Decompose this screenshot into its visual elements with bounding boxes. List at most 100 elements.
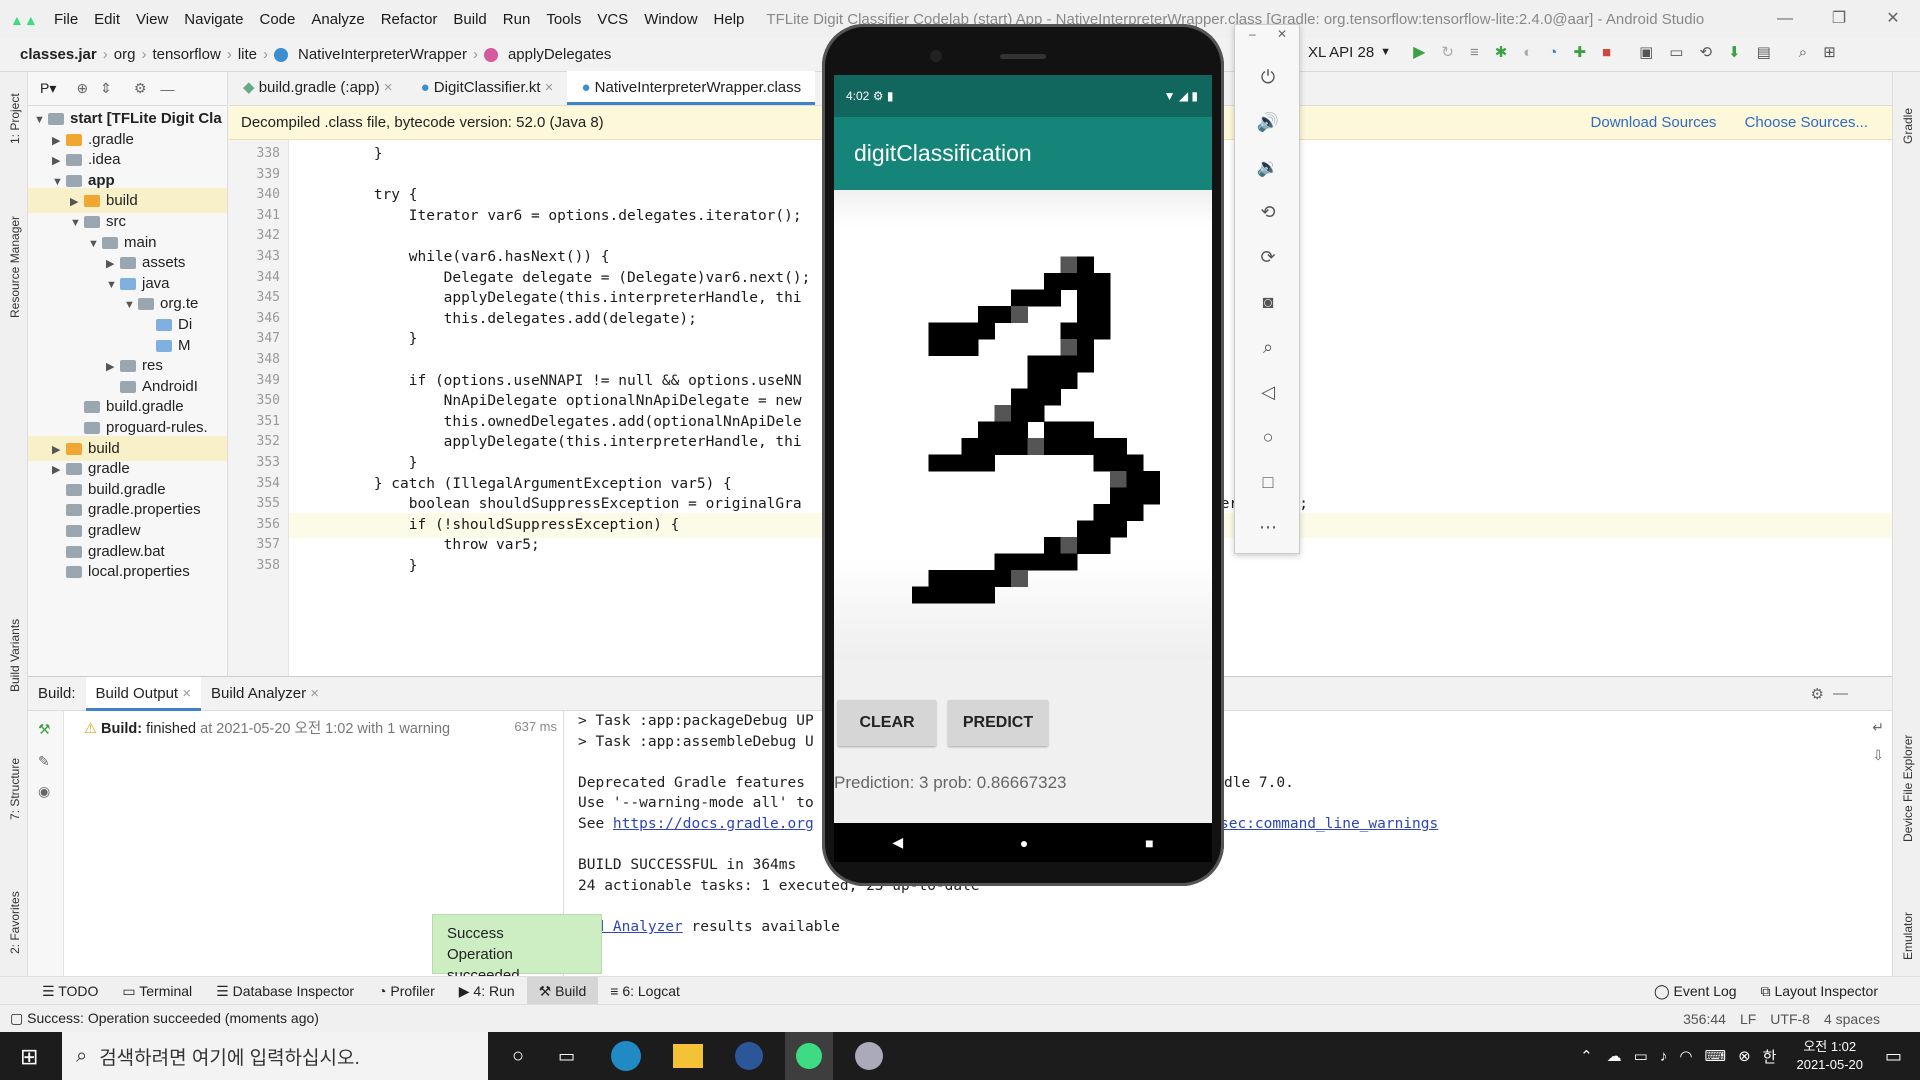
device-selector[interactable]: XL API 28 bbox=[1302, 44, 1380, 61]
recents-icon[interactable]: ■ bbox=[1145, 835, 1153, 851]
home-icon[interactable]: ● bbox=[1020, 835, 1028, 851]
menu-refactor[interactable]: Refactor bbox=[373, 11, 446, 28]
menu-analyze[interactable]: Analyze bbox=[303, 11, 372, 28]
rotate-left-icon[interactable]: ⟲ bbox=[1256, 200, 1280, 224]
menu-build[interactable]: Build bbox=[445, 11, 494, 28]
menu-tools[interactable]: Tools bbox=[538, 11, 589, 28]
back-icon[interactable]: ◁ bbox=[1256, 380, 1280, 404]
close-tab-icon[interactable]: × bbox=[310, 685, 319, 702]
soft-wrap-icon[interactable]: ↵ bbox=[1872, 719, 1884, 736]
close-tab-icon[interactable]: × bbox=[545, 79, 554, 96]
emulator-minimize-icon[interactable]: – bbox=[1249, 27, 1256, 41]
power-icon[interactable]: ⏻ bbox=[1256, 65, 1280, 89]
run-tool-button[interactable]: ▶ 4: Run bbox=[447, 977, 527, 1005]
favorites-label[interactable]: 2: Favorites bbox=[8, 891, 22, 954]
menu-view[interactable]: View bbox=[128, 11, 176, 28]
menu-run[interactable]: Run bbox=[495, 11, 539, 28]
volume-down-icon[interactable]: 🔉 bbox=[1256, 155, 1280, 179]
predict-button[interactable]: PREDICT bbox=[948, 700, 1048, 746]
todo-tool-button[interactable]: ☰ TODO bbox=[30, 977, 110, 1005]
project-tree-item[interactable]: local.properties bbox=[28, 559, 227, 584]
run-icon[interactable]: ▶ bbox=[1413, 42, 1425, 62]
sync-icon[interactable]: ⟲ bbox=[1699, 43, 1712, 61]
profiler-tool-button[interactable]: ◔ Profiler bbox=[366, 977, 447, 1005]
windows-start-icon[interactable]: ⊞ bbox=[20, 1044, 38, 1070]
cortana-icon[interactable]: ○ bbox=[512, 1045, 524, 1068]
menu-navigate[interactable]: Navigate bbox=[176, 11, 251, 28]
wifi-icon[interactable]: ◠ bbox=[1679, 1047, 1692, 1065]
gradle-docs-link[interactable]: https://docs.gradle.org bbox=[613, 816, 814, 832]
gear-icon[interactable]: ⚙ bbox=[134, 80, 147, 97]
menu-file[interactable]: File bbox=[46, 11, 86, 28]
eye-icon[interactable]: ◉ bbox=[38, 783, 50, 800]
overview-icon[interactable]: □ bbox=[1256, 470, 1280, 494]
hammer-icon[interactable]: ⚒ bbox=[38, 721, 51, 738]
scroll-to-end-icon[interactable]: ⇩ bbox=[1872, 747, 1884, 764]
avd-manager-icon[interactable]: ▭ bbox=[1669, 43, 1683, 61]
clear-button[interactable]: CLEAR bbox=[838, 700, 936, 746]
list-icon[interactable]: ≡ bbox=[1470, 44, 1479, 61]
drawing-canvas[interactable] bbox=[834, 190, 1212, 660]
search-icon[interactable]: ⌕ bbox=[1799, 44, 1807, 61]
maximize-icon[interactable]: ❐ bbox=[1812, 0, 1866, 38]
status-message[interactable]: ▢ Success: Operation succeeded (moments … bbox=[10, 1010, 319, 1027]
notification-center-icon[interactable]: ▭ bbox=[1885, 1046, 1902, 1067]
resource-manager-label[interactable]: Resource Manager bbox=[8, 216, 22, 318]
ime-off-icon[interactable]: ⊗ bbox=[1738, 1047, 1751, 1065]
sdk-manager-icon[interactable]: ⬇ bbox=[1728, 43, 1741, 61]
target-icon[interactable]: ⊕ bbox=[76, 80, 88, 97]
file-encoding[interactable]: UTF-8 bbox=[1770, 1011, 1810, 1027]
project-view-selector[interactable]: P▾ bbox=[40, 80, 56, 97]
hide-icon[interactable]: — bbox=[160, 81, 174, 97]
battery-icon[interactable]: ▭ bbox=[1634, 1047, 1648, 1065]
collapse-all-icon[interactable]: ⇕ bbox=[100, 80, 112, 97]
home-icon[interactable]: ○ bbox=[1256, 425, 1280, 449]
device-manager-icon[interactable]: ▤ bbox=[1757, 43, 1771, 61]
settings-icon[interactable]: ⊞ bbox=[1823, 43, 1836, 61]
gradle-label[interactable]: Gradle bbox=[1901, 108, 1915, 144]
app-icon[interactable] bbox=[855, 1042, 884, 1070]
word-icon[interactable] bbox=[735, 1042, 764, 1070]
menu-edit[interactable]: Edit bbox=[86, 11, 128, 28]
keyboard-icon[interactable]: ⌨ bbox=[1704, 1047, 1726, 1065]
profile-icon[interactable]: ◐ bbox=[1523, 44, 1532, 61]
project-tool-label[interactable]: 1: Project bbox=[8, 93, 22, 144]
profiler-icon[interactable]: ◔ bbox=[1548, 44, 1557, 61]
build-status-row[interactable]: ⚠ Build: finished at 2021-05-20 오전 1:02 … bbox=[84, 717, 450, 738]
edge-icon[interactable] bbox=[611, 1041, 642, 1071]
command-line-warnings-link[interactable]: sec:command_line_warnings bbox=[1220, 816, 1438, 832]
apply-changes-icon[interactable]: ↻ bbox=[1441, 43, 1454, 61]
breadcrumb-tensorflow[interactable]: tensorflow bbox=[146, 46, 226, 63]
device-file-explorer-label[interactable]: Device File Explorer bbox=[1901, 735, 1915, 842]
breadcrumb-org[interactable]: org bbox=[108, 46, 142, 63]
tab-build-analyzer[interactable]: Build Analyzer × bbox=[201, 677, 329, 711]
tab-build-output[interactable]: Build Output × bbox=[85, 676, 202, 711]
debug-icon[interactable]: ✱ bbox=[1495, 43, 1508, 61]
line-separator[interactable]: LF bbox=[1740, 1011, 1756, 1027]
emulator-label[interactable]: Emulator bbox=[1901, 912, 1915, 960]
download-sources-link[interactable]: Download Sources bbox=[1591, 114, 1717, 131]
android-studio-taskbar-icon[interactable] bbox=[785, 1032, 834, 1080]
event-log-tool-button[interactable]: ◯ Event Log bbox=[1642, 977, 1749, 1005]
stop-icon[interactable]: ■ bbox=[1602, 44, 1611, 61]
close-icon[interactable]: ✕ bbox=[1866, 0, 1920, 38]
terminal-tool-button[interactable]: ▭ Terminal bbox=[110, 977, 204, 1005]
language-indicator[interactable]: 한 bbox=[1763, 1046, 1777, 1067]
project-structure-icon[interactable]: ▣ bbox=[1639, 43, 1653, 61]
more-icon[interactable]: ⋯ bbox=[1256, 515, 1280, 539]
chevron-down-icon[interactable]: ▼ bbox=[1380, 46, 1391, 58]
database-inspector-tool-button[interactable]: ☰ Database Inspector bbox=[204, 977, 366, 1005]
gear-icon[interactable]: ⚙ bbox=[1811, 685, 1824, 703]
indent-setting[interactable]: 4 spaces bbox=[1824, 1011, 1880, 1027]
clock[interactable]: 오전 1:02 2021-05-20 bbox=[1796, 1038, 1863, 1074]
cloud-icon[interactable]: ☁ bbox=[1607, 1047, 1622, 1065]
choose-sources-link[interactable]: Choose Sources... bbox=[1745, 114, 1868, 131]
file-explorer-icon[interactable] bbox=[673, 1044, 704, 1068]
build-variants-label[interactable]: Build Variants bbox=[8, 619, 22, 692]
back-icon[interactable]: ◀ bbox=[892, 834, 903, 851]
layout-inspector-tool-button[interactable]: ⧉ Layout Inspector bbox=[1749, 977, 1890, 1005]
tab-build-gradle[interactable]: ◆ build.gradle (:app) × bbox=[229, 71, 407, 105]
breadcrumb-method[interactable]: applyDelegates bbox=[502, 46, 617, 63]
cursor-position[interactable]: 356:44 bbox=[1683, 1011, 1726, 1027]
pin-icon[interactable]: ✎ bbox=[38, 753, 50, 770]
